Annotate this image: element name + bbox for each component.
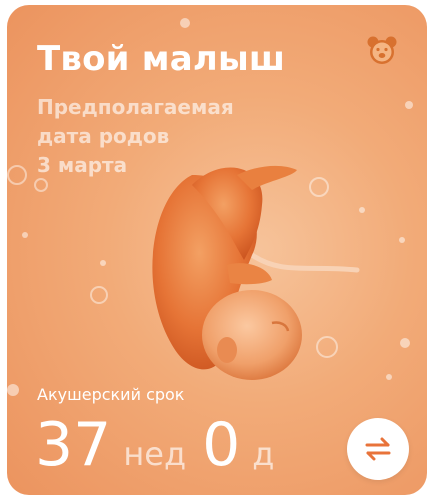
days-value: 0: [202, 410, 241, 480]
fetus-illustration: [152, 165, 360, 380]
baby-card[interactable]: Твой малыш Предполагаемая дата родов 3 м…: [7, 5, 427, 495]
card-title: Твой малыш: [37, 39, 286, 79]
term-label: Акушерский срок: [37, 385, 185, 404]
swap-arrows-icon: [365, 437, 391, 461]
due-date-line: Предполагаемая: [37, 95, 234, 119]
term-value: 37 нед 0 д: [35, 410, 290, 486]
days-unit: д: [252, 435, 275, 473]
swap-button[interactable]: [347, 418, 409, 480]
bear-icon: [367, 36, 397, 64]
weeks-value: 37: [35, 410, 112, 480]
bear-button[interactable]: [365, 33, 399, 67]
weeks-unit: нед: [123, 435, 187, 473]
